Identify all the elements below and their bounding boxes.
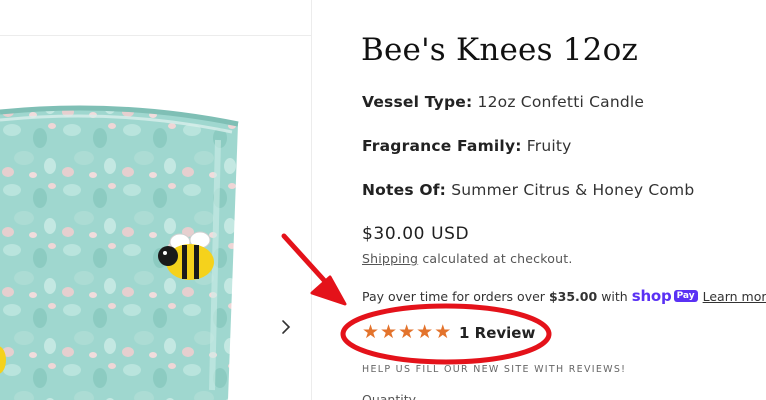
star-icon: ★ [362, 321, 380, 343]
shipping-note: Shipping calculated at checkout. [362, 251, 573, 266]
spec-vessel-type: Vessel Type: 12oz Confetti Candle [362, 93, 644, 111]
spec-value: Summer Citrus & Honey Comb [451, 181, 695, 199]
shop-pay-chip: Pay [673, 290, 698, 302]
spec-value: Fruity [526, 137, 572, 155]
review-count-link[interactable]: 1 Review [459, 324, 535, 342]
spec-fragrance-family: Fragrance Family: Fruity [362, 137, 572, 155]
shop-pay-installments: Pay over time for orders over $35.00 wit… [362, 287, 766, 305]
learn-more-link[interactable]: Learn more [703, 289, 766, 304]
product-price: $30.00 USD [362, 224, 470, 244]
annotation-arrow-head [310, 275, 347, 306]
reviews-help-text: HELP US FILL OUR NEW SITE WITH REVIEWS! [362, 364, 627, 375]
installments-suffix: with [601, 288, 628, 304]
shipping-text: calculated at checkout. [422, 251, 573, 266]
quantity-label: Quantity [362, 392, 417, 400]
shop-pay-logo: shop [631, 287, 672, 305]
star-icon: ★ [434, 321, 452, 343]
spec-key: Vessel Type: [362, 93, 473, 111]
gallery-next-button[interactable] [278, 316, 294, 338]
star-rating[interactable]: ★ ★ ★ ★ ★ [362, 322, 451, 342]
installments-amount: $35.00 [548, 288, 598, 304]
spec-value: 12oz Confetti Candle [477, 93, 645, 111]
star-icon: ★ [416, 321, 434, 343]
spec-key: Notes Of: [362, 181, 447, 199]
product-title: Bee's Knees 12oz [361, 32, 638, 68]
shipping-link[interactable]: Shipping [362, 251, 418, 266]
spec-notes-of: Notes Of: Summer Citrus & Honey Comb [362, 181, 694, 199]
chevron-right-icon [282, 320, 291, 334]
star-icon: ★ [380, 321, 398, 343]
installments-prefix: Pay over time for orders over [362, 288, 545, 304]
star-icon: ★ [398, 321, 416, 343]
product-image[interactable] [0, 0, 312, 400]
product-gallery [0, 0, 312, 400]
spec-key: Fragrance Family: [362, 137, 522, 155]
